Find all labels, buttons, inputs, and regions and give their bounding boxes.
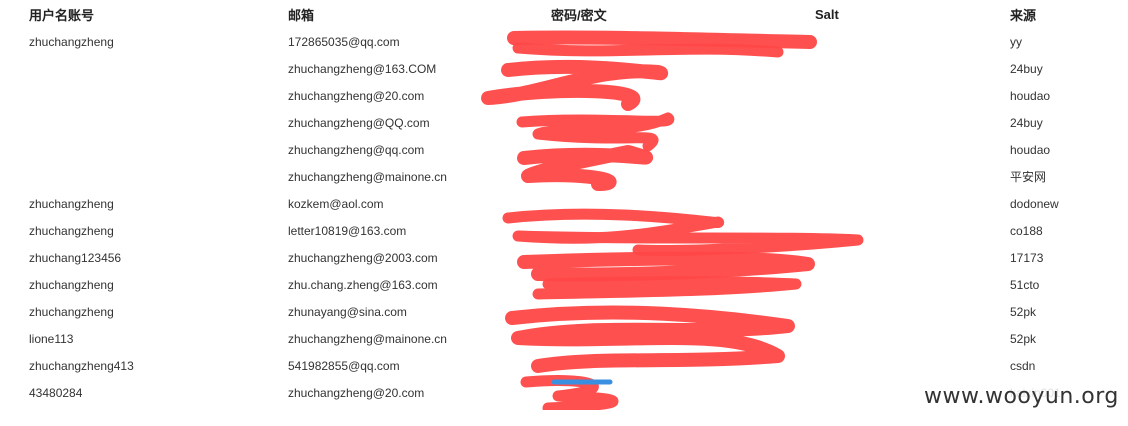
cell-email: kozkem@aol.com	[288, 196, 384, 211]
cell-password	[551, 136, 815, 163]
leak-lookup-page: 用户名账号 邮箱 密码/密文 Salt 来源 zhuchangzheng 1728…	[0, 0, 1128, 426]
cell-source: 平安网	[1010, 170, 1047, 184]
cell-password	[551, 28, 815, 55]
header-password: 密码/密文	[551, 7, 607, 23]
table-header-row: 用户名账号 邮箱 密码/密文 Salt 来源	[29, 0, 1119, 28]
table-row: zhuchangzheng 172865035@qq.com yy	[29, 28, 1119, 55]
cell-password	[551, 298, 815, 325]
table-row: zhuchang123456 zhuchangzheng@2003.com 1717…	[29, 244, 1119, 271]
cell-salt	[815, 55, 1010, 82]
cell-salt	[815, 217, 1010, 244]
cell-source: houdao	[1010, 88, 1051, 103]
cell-username: zhuchangzheng	[29, 223, 114, 238]
table-row: zhuchangzheng kozkem@aol.com dodonew	[29, 190, 1119, 217]
cell-email: 172865035@qq.com	[288, 34, 400, 49]
cell-email: zhuchangzheng@20.com	[288, 88, 425, 103]
cell-salt	[815, 244, 1010, 271]
cell-source: 24buy	[1010, 115, 1043, 130]
cell-salt	[815, 190, 1010, 217]
cell-email: zhuchangzheng@mainone.cn	[288, 169, 447, 184]
site-watermark: www.wooyun.org	[922, 383, 1121, 410]
cell-password	[551, 190, 815, 217]
cell-username: zhuchang123456	[29, 250, 122, 265]
cell-email: zhuchangzheng@qq.com	[288, 142, 425, 157]
cell-salt	[815, 109, 1010, 136]
table-row: zhuchangzheng@163.COM 24buy	[29, 55, 1119, 82]
header-username: 用户名账号	[29, 7, 95, 23]
cell-username: lione113	[29, 331, 74, 346]
cell-password	[551, 325, 815, 352]
cell-email: zhuchangzheng@2003.com	[288, 250, 438, 265]
cell-username	[29, 136, 288, 163]
leak-results-table: 用户名账号 邮箱 密码/密文 Salt 来源 zhuchangzheng 1728…	[29, 0, 1119, 406]
cell-source: co188	[1010, 223, 1043, 238]
table-row: zhuchangzheng zhunayang@sina.com 52pk	[29, 298, 1119, 325]
cell-password	[551, 244, 815, 271]
table-row: lione113 zhuchangzheng@mainone.cn 52pk	[29, 325, 1119, 352]
cell-username: zhuchangzheng	[29, 196, 114, 211]
cell-salt	[815, 271, 1010, 298]
cell-password	[551, 55, 815, 82]
cell-email: zhuchangzheng@mainone.cn	[288, 331, 447, 346]
cell-source: 52pk	[1010, 331, 1037, 346]
cell-salt	[815, 298, 1010, 325]
cell-password	[551, 82, 815, 109]
cell-source: 24buy	[1010, 61, 1043, 76]
cell-source: 52pk	[1010, 304, 1037, 319]
cell-salt	[815, 82, 1010, 109]
cell-source: 51cto	[1010, 277, 1040, 292]
table-body: zhuchangzheng 172865035@qq.com yy zhuchangz…	[29, 28, 1119, 406]
cell-source: yy	[1010, 34, 1022, 49]
cell-password	[551, 379, 815, 406]
cell-password	[551, 109, 815, 136]
cell-email: zhu.chang.zheng@163.com	[288, 277, 438, 292]
cell-email: zhuchangzheng@20.com	[288, 385, 425, 400]
cell-password	[551, 217, 815, 244]
cell-salt	[815, 136, 1010, 163]
cell-username: zhuchangzheng	[29, 277, 114, 292]
cell-salt	[815, 163, 1010, 190]
cell-email: zhuchangzheng@QQ.com	[288, 115, 430, 130]
cell-username	[29, 163, 288, 190]
table-row: zhuchangzheng@20.com houdao	[29, 82, 1119, 109]
header-source: 来源	[1010, 7, 1037, 23]
cell-email: zhuchangzheng@163.COM	[288, 61, 437, 76]
cell-email: 541982855@qq.com	[288, 358, 400, 373]
cell-username: zhuchangzheng	[29, 304, 114, 319]
table-row: zhuchangzheng@mainone.cn 平安网	[29, 163, 1119, 190]
cell-password	[551, 163, 815, 190]
header-email: 邮箱	[288, 7, 315, 23]
table-row: zhuchangzheng@qq.com houdao	[29, 136, 1119, 163]
cell-password	[551, 271, 815, 298]
cell-salt	[815, 325, 1010, 352]
cell-source: houdao	[1010, 142, 1051, 157]
cell-source: 17173	[1010, 250, 1044, 265]
header-salt: Salt	[815, 6, 839, 22]
cell-source: csdn	[1010, 358, 1036, 373]
cell-username: 43480284	[29, 385, 83, 400]
cell-salt	[815, 28, 1010, 55]
cell-password	[551, 352, 815, 379]
table-row: zhuchangzheng@QQ.com 24buy	[29, 109, 1119, 136]
cell-email: letter10819@163.com	[288, 223, 407, 238]
cell-salt	[815, 352, 1010, 379]
table-row: zhuchangzheng letter10819@163.com co188	[29, 217, 1119, 244]
cell-username: zhuchangzheng413	[29, 358, 134, 373]
cell-email: zhunayang@sina.com	[288, 304, 407, 319]
cell-username	[29, 82, 288, 109]
cell-username	[29, 55, 288, 82]
cell-username: zhuchangzheng	[29, 34, 114, 49]
cell-username	[29, 109, 288, 136]
table-row: zhuchangzheng413 541982855@qq.com csdn	[29, 352, 1119, 379]
cell-source: dodonew	[1010, 196, 1059, 211]
table-row: zhuchangzheng zhu.chang.zheng@163.com 51ct…	[29, 271, 1119, 298]
